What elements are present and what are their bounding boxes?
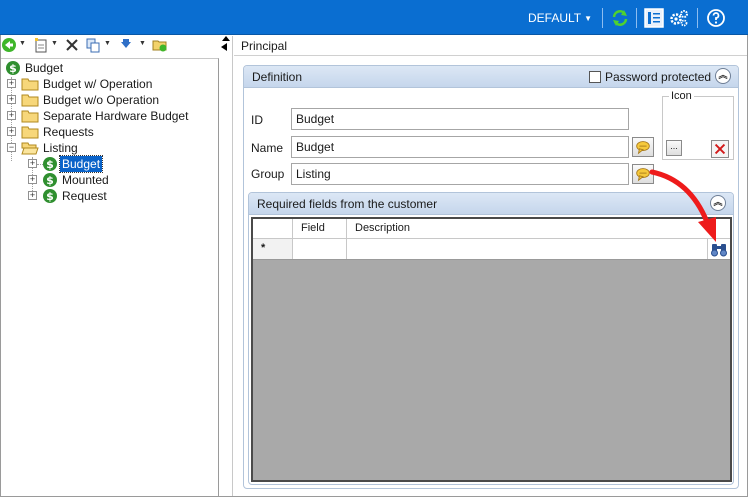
group-label: Group <box>251 167 285 181</box>
id-label: ID <box>251 113 263 127</box>
svg-text:$: $ <box>9 62 17 75</box>
grid-header-row: Field Description <box>253 219 730 239</box>
navigation-tree: $ Budget + Budget w/ Operation + Budget … <box>1 58 219 496</box>
name-field[interactable]: Budget <box>291 136 629 158</box>
delete-icon[interactable] <box>64 37 80 53</box>
budget-dollar-icon: $ <box>43 173 57 187</box>
budget-dollar-icon: $ <box>43 189 57 203</box>
expand-icon[interactable]: + <box>7 111 16 120</box>
pane-splitter[interactable] <box>219 36 233 496</box>
tree-child-label: Budget <box>58 155 104 173</box>
column-header-text: Description <box>355 222 411 234</box>
budget-dollar-icon: $ <box>6 61 20 75</box>
name-translate-button[interactable] <box>632 137 654 157</box>
group-translate-button[interactable] <box>632 164 654 184</box>
tree-item-label: Budget w/ Operation <box>43 77 153 91</box>
icon-browse-button[interactable]: ... <box>666 140 682 156</box>
folder-refresh-icon[interactable] <box>152 37 168 53</box>
icon-delete-button[interactable] <box>711 140 729 158</box>
profile-label: DEFAULT <box>528 11 582 25</box>
toolbar-separator <box>697 8 698 28</box>
tree-item-label: Listing <box>43 141 78 155</box>
column-header-description[interactable]: Description <box>347 219 730 238</box>
tree-item-label: Budget w/o Operation <box>43 93 160 107</box>
collapse-chevron-up-icon[interactable]: ︽ <box>715 68 731 84</box>
expand-icon[interactable]: + <box>7 95 16 104</box>
new-document-icon[interactable] <box>33 37 49 53</box>
required-fields-title: Required fields from the customer <box>257 197 438 211</box>
new-row-marker: * <box>261 242 266 254</box>
collapse-left-icon[interactable] <box>221 43 227 51</box>
folder-icon <box>21 78 39 91</box>
tree-child-label: Request <box>62 189 107 203</box>
back-dropdown-icon[interactable]: ▼ <box>19 40 26 47</box>
row-header-cell <box>253 219 293 238</box>
help-icon[interactable] <box>706 8 726 28</box>
expand-icon[interactable]: + <box>28 159 37 168</box>
field-cell[interactable] <box>293 239 347 259</box>
grid-new-row[interactable]: * <box>253 239 730 260</box>
password-protected-label: Password protected <box>605 70 712 84</box>
expand-icon[interactable]: + <box>28 191 37 200</box>
name-label: Name <box>251 141 284 155</box>
tree-root-label: Budget <box>25 61 64 75</box>
new-dropdown-icon[interactable]: ▼ <box>51 40 58 47</box>
id-field[interactable]: Budget <box>291 108 629 130</box>
move-down-icon[interactable] <box>118 37 134 53</box>
move-dropdown-icon[interactable]: ▼ <box>139 40 146 47</box>
toolbar-separator <box>602 8 603 28</box>
collapse-up-icon[interactable] <box>222 36 230 41</box>
expand-icon[interactable]: + <box>7 127 16 136</box>
password-protected-checkbox[interactable] <box>589 71 601 83</box>
folder-icon <box>21 126 39 139</box>
svg-text:$: $ <box>46 190 54 203</box>
collapse-chevron-up-icon[interactable]: ︽ <box>710 195 726 211</box>
tab-divider <box>234 55 747 56</box>
row-selector[interactable]: * <box>253 239 293 259</box>
svg-text:$: $ <box>46 158 54 171</box>
column-header-text: Field <box>301 222 325 234</box>
group-field[interactable]: Listing <box>291 163 629 185</box>
caret-down-icon: ▼ <box>584 14 593 23</box>
definition-title: Definition <box>252 70 303 84</box>
description-cell[interactable] <box>347 239 708 259</box>
binoculars-search-icon[interactable] <box>710 241 728 257</box>
collapse-icon[interactable]: − <box>7 143 16 152</box>
refresh-icon[interactable] <box>610 8 630 28</box>
back-icon[interactable] <box>1 37 17 53</box>
required-fields-header: Required fields from the customer ︽ <box>249 193 733 215</box>
column-header-field[interactable]: Field <box>293 219 347 238</box>
copy-icon[interactable] <box>85 37 101 53</box>
svg-text:$: $ <box>46 174 54 187</box>
copy-dropdown-icon[interactable]: ▼ <box>104 40 111 47</box>
folder-icon <box>21 110 39 123</box>
toolbar-separator <box>636 8 637 28</box>
open-folder-icon <box>21 142 39 155</box>
tree-item-label: Requests <box>43 125 94 139</box>
folder-icon <box>21 94 39 107</box>
budget-dollar-icon: $ <box>43 157 57 171</box>
tree-item-label: Separate Hardware Budget <box>43 109 189 123</box>
settings-gears-icon[interactable] <box>669 8 689 28</box>
top-bar: DEFAULT ▼ <box>0 0 748 35</box>
expand-icon[interactable]: + <box>28 175 37 184</box>
icon-label: Icon <box>669 90 694 102</box>
tree-toolbar: ▼ ▼ ▼ ▼ <box>1 36 217 56</box>
profile-dropdown[interactable]: DEFAULT ▼ <box>528 11 592 25</box>
required-fields-grid[interactable]: Field Description * <box>251 217 732 482</box>
tree-child-label: Mounted <box>62 173 109 187</box>
definition-panel-header: Definition Password protected ︽ <box>244 66 738 88</box>
list-view-icon[interactable] <box>644 8 664 28</box>
tab-principal[interactable]: Principal <box>241 39 287 53</box>
expand-icon[interactable]: + <box>7 79 16 88</box>
